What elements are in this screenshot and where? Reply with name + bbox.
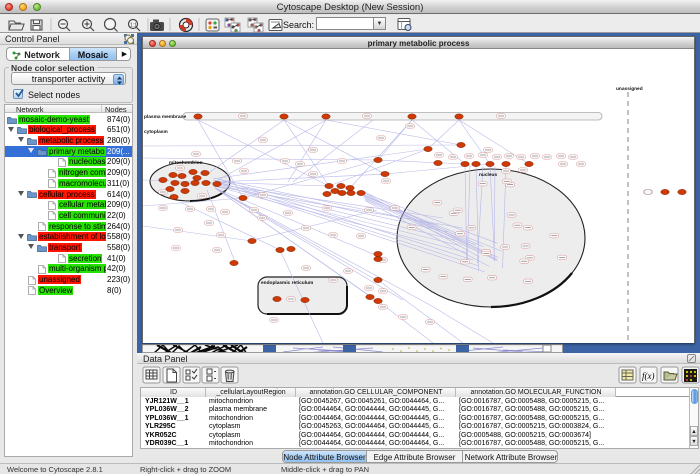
svg-text:cytoplasm: cytoplasm [144,129,168,135]
svg-text:1:1: 1:1 [130,23,137,29]
svg-text:Search:: Search: [283,20,314,30]
svg-text:plasma membrane: plasma membrane [144,114,186,120]
svg-text:unassigned: unassigned [616,86,643,92]
svg-text:f(x): f(x) [642,371,655,381]
svg-text:mitochondrion: mitochondrion [169,160,203,166]
svg-text:nucleus: nucleus [479,172,497,178]
svg-text:endoplasmic reticulum: endoplasmic reticulum [261,280,313,286]
